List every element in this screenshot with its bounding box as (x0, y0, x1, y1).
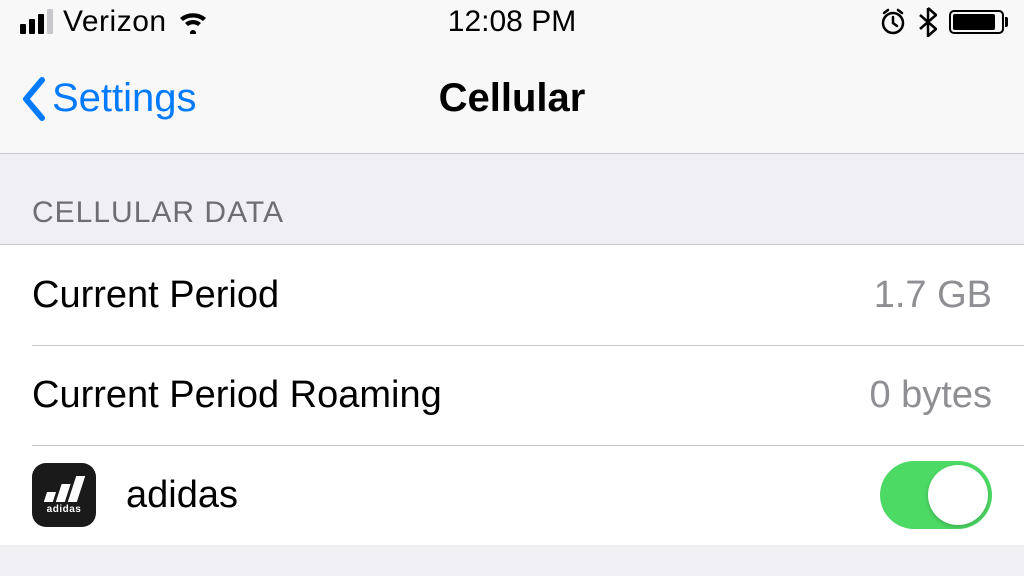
status-bar: Verizon 12:08 PM (0, 0, 1024, 44)
bluetooth-icon (919, 7, 937, 37)
row-current-period[interactable]: Current Period 1.7 GB (0, 245, 1024, 345)
status-left: Verizon (20, 5, 209, 39)
status-right (879, 7, 1004, 37)
section-header-cellular-data: CELLULAR DATA (0, 154, 1024, 244)
toggle-adidas-cellular[interactable] (880, 461, 992, 529)
back-button[interactable]: Settings (20, 76, 197, 122)
wifi-icon (177, 10, 209, 34)
page-title: Cellular (439, 76, 586, 121)
chevron-left-icon (20, 76, 48, 122)
row-current-period-roaming[interactable]: Current Period Roaming 0 bytes (0, 345, 1024, 445)
row-label: Current Period (32, 274, 874, 317)
back-label: Settings (52, 76, 197, 121)
battery-icon (949, 10, 1004, 34)
status-time: 12:08 PM (448, 5, 576, 39)
row-group: Current Period 1.7 GB Current Period Roa… (0, 244, 1024, 545)
row-label: Current Period Roaming (32, 374, 869, 417)
row-app-adidas[interactable]: adidas adidas (0, 445, 1024, 545)
row-value: 0 bytes (869, 374, 992, 417)
adidas-icon-text: adidas (47, 504, 82, 515)
row-label: adidas (126, 474, 880, 517)
nav-bar: Settings Cellular (0, 44, 1024, 154)
carrier-label: Verizon (63, 5, 167, 39)
row-value: 1.7 GB (874, 274, 992, 317)
signal-bars-icon (20, 10, 53, 34)
app-icon-adidas: adidas (32, 463, 96, 527)
adidas-logo-icon (43, 476, 84, 502)
alarm-icon (879, 8, 907, 36)
toggle-knob (928, 465, 988, 525)
